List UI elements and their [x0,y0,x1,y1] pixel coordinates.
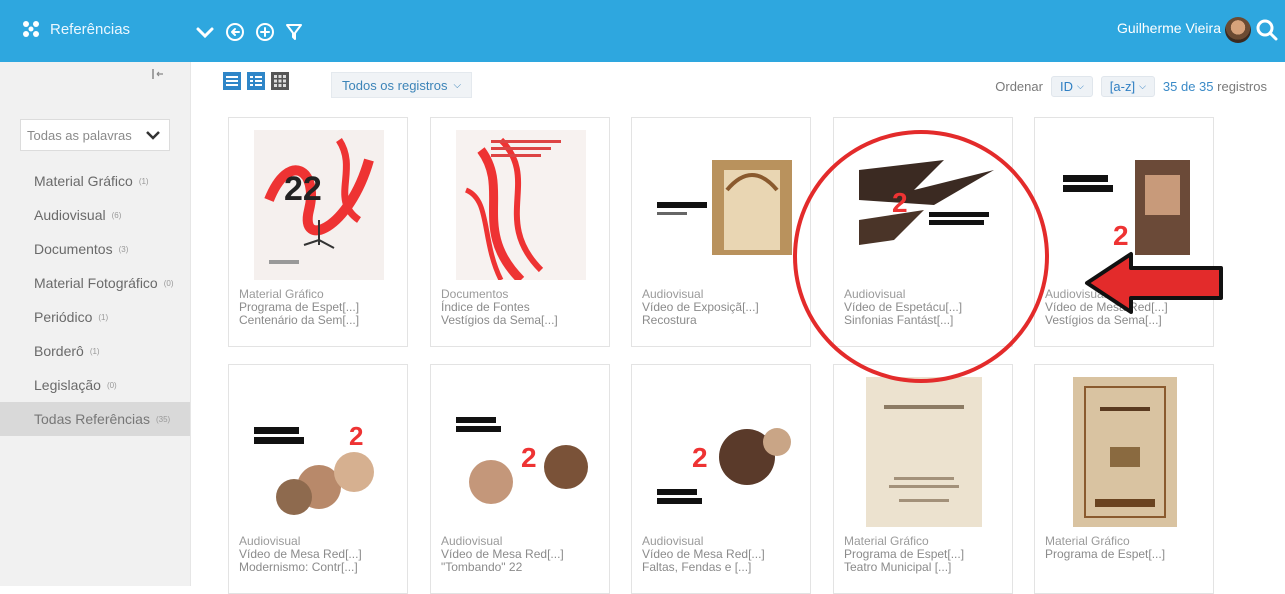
result-card[interactable]: 22 Material Gráfico Programa de Espet[..… [228,117,408,347]
record-count: 35 de 35 [1162,79,1214,94]
view-mode-group [223,72,289,90]
chevron-down-icon: ⌵ [1076,81,1084,91]
order-direction-value: [a-z] [1109,79,1136,94]
card-line2: Vestígios da Sema[...] [1045,313,1162,327]
brand[interactable]: Referências [20,18,130,40]
card-line2: Vestígios da Sema[...] [441,313,558,327]
sidebar-item-label: Legislação [34,377,101,393]
sidebar-item-count: (1) [98,312,109,322]
chevron-down-icon: ⌵ [453,79,462,91]
records-filter-label: Todos os registros [342,77,448,93]
card-line2: Modernismo: Contr[...] [239,560,358,574]
svg-text:2: 2 [349,421,363,451]
order-field-value: ID [1059,79,1073,94]
sidebar-item-count: (0) [163,278,174,288]
avatar[interactable] [1225,17,1251,43]
chevron-down-icon [146,131,160,140]
result-card[interactable]: 2 Audiovisual Vídeo de Espetácu[...] Sin… [833,117,1013,347]
sidebar-item-legislacao[interactable]: Legislação (0) [0,368,190,402]
sidebar-item-count: (6) [111,210,122,220]
svg-text:2: 2 [1113,220,1129,251]
chevron-down-icon[interactable] [195,22,215,42]
sidebar-item-audiovisual[interactable]: Audiovisual (6) [0,198,190,232]
sidebar-item-label: Audiovisual [34,207,106,223]
top-bar: Referências Guilherme Vieira [0,0,1285,62]
card-thumbnail: 2 [249,417,389,517]
order-field-dropdown[interactable]: ID ⌵ [1050,76,1093,97]
order-label: Ordenar [995,79,1043,94]
back-circle-icon[interactable] [225,22,245,42]
filter-icon[interactable] [284,22,304,42]
result-card[interactable]: Material Gráfico Programa de Espet[...] [1034,364,1214,594]
sidebar-item-count: (3) [118,244,129,254]
app-title: Referências [50,20,131,38]
sidebar-item-label: Material Fotográfico [34,275,158,291]
sidebar-item-count: (0) [106,380,117,390]
sidebar-item-material-fotografico[interactable]: Material Fotográfico (0) [0,266,190,300]
sidebar-item-label: Periódico [34,309,93,325]
search-icon[interactable] [1255,18,1279,42]
card-line2: "Tombando" 22 [441,560,523,574]
card-thumbnail: 22 [254,130,384,280]
card-line1: Programa de Espet[...] [1045,547,1166,561]
sidebar-item-bordero[interactable]: Borderô (1) [0,334,190,368]
record-count-suffix: registros [1217,79,1267,94]
grid-view-icon[interactable] [271,72,289,90]
sidebar-item-label: Material Gráfico [34,173,133,189]
result-card[interactable]: 2 Audiovisual Vídeo de Mesa Red[...] "To… [430,364,610,594]
sidebar-item-label: Documentos [34,241,113,257]
list-view-icon[interactable] [223,72,241,90]
detail-list-view-icon[interactable] [247,72,265,90]
sidebar-item-label: Borderô [34,343,84,359]
card-thumbnail [652,160,792,255]
words-filter-value: Todas as palavras [27,127,132,143]
svg-text:2: 2 [521,442,537,473]
card-thumbnail: 2 [1055,160,1195,260]
sidebar-item-label: Todas Referências [34,411,150,427]
svg-text:22: 22 [284,170,322,208]
card-thumbnail: 2 [854,160,994,260]
sort-and-count: Ordenar ID ⌵ [a-z] ⌵ 35 de 35 registros [995,76,1267,97]
result-card[interactable]: 2 Audiovisual Vídeo de Mesa Red[...] Mod… [228,364,408,594]
card-line2: Centenário da Sem[...] [239,313,360,327]
svg-text:2: 2 [692,442,708,473]
card-thumbnail: 2 [652,412,792,522]
result-card[interactable]: Material Gráfico Programa de Espet[...] … [833,364,1013,594]
logo-icon [23,21,39,37]
collapse-icon[interactable] [150,66,166,82]
sidebar-item-count: (35) [155,414,171,424]
sidebar-item-count: (1) [89,346,100,356]
sidebar-item-documentos[interactable]: Documentos (3) [0,232,190,266]
order-direction-dropdown[interactable]: [a-z] ⌵ [1100,76,1155,97]
result-card[interactable]: Documentos Índice de Fontes Vestígios da… [430,117,610,347]
card-thumbnail [1073,377,1177,527]
sidebar-item-todas-referencias[interactable]: Todas Referências (35) [0,402,190,436]
card-line2: Teatro Municipal [...] [844,560,952,574]
card-thumbnail [456,130,586,280]
sidebar-item-material-grafico[interactable]: Material Gráfico (1) [0,164,190,198]
result-card[interactable]: Audiovisual Vídeo de Exposiçã[...] Recos… [631,117,811,347]
card-line2: Faltas, Fendas e [...] [642,560,752,574]
result-card[interactable]: 2 Audiovisual Vídeo de Mesa Red[...] Fal… [631,364,811,594]
user-name[interactable]: Guilherme Vieira [1117,20,1221,36]
card-line2: Recostura [642,313,697,327]
card-thumbnail [866,377,982,527]
card-line2: Sinfonias Fantást[...] [844,313,954,327]
add-circle-icon[interactable] [255,22,275,42]
card-thumbnail: 2 [451,412,591,512]
sidebar-item-count: (1) [138,176,149,186]
words-filter-select[interactable]: Todas as palavras [20,119,170,151]
sidebar-item-periodico[interactable]: Periódico (1) [0,300,190,334]
category-list: Material Gráfico (1) Audiovisual (6) Doc… [0,164,190,436]
chevron-down-icon: ⌵ [1139,81,1146,91]
svg-text:2: 2 [892,187,908,218]
records-filter-dropdown[interactable]: Todos os registros ⌵ [331,72,473,98]
result-card[interactable]: 2 Audiovisual Vídeo de Mesa Red[...] Ves… [1034,117,1214,347]
